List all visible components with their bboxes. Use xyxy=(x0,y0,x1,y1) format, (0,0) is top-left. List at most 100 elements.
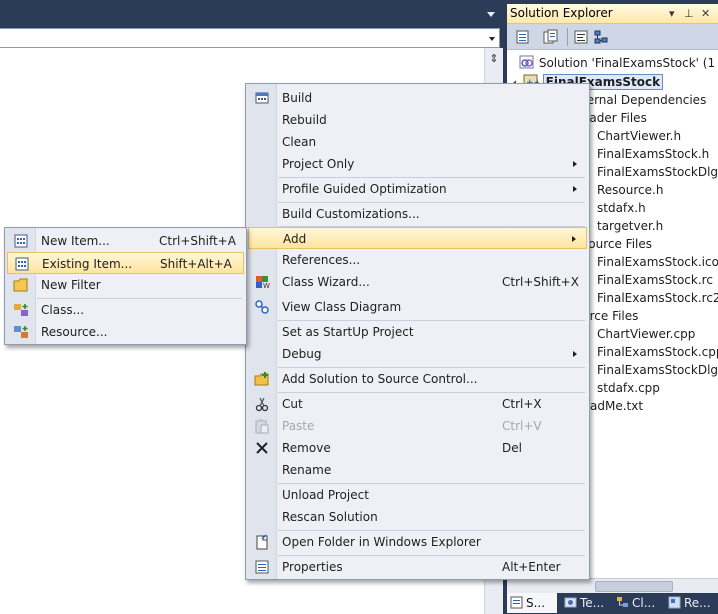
build-icon xyxy=(255,92,269,104)
menu-item-resource[interactable]: Resource... xyxy=(7,321,244,343)
menu-item-project-only[interactable]: Project Only xyxy=(248,153,587,175)
tab-solution-explorer[interactable]: S... xyxy=(507,593,557,613)
svg-text:W: W xyxy=(263,282,270,290)
menu-item-unload-project[interactable]: Unload Project xyxy=(248,484,587,506)
menu-item-references[interactable]: References... xyxy=(248,249,587,271)
menu-item-add[interactable]: Add xyxy=(248,227,587,249)
menu-item-properties[interactable]: Properties Alt+Enter xyxy=(248,556,587,578)
tab-list-dropdown-icon[interactable] xyxy=(487,12,495,17)
class-view-icon[interactable] xyxy=(593,29,609,45)
tree-item-label: FinalExamsStock.rc xyxy=(597,273,713,287)
team-explorer-icon xyxy=(564,597,577,608)
tree-item-resource-files[interactable]: source Files xyxy=(582,235,652,253)
tab-class-view[interactable]: Cl... xyxy=(613,593,663,613)
tree-item-file[interactable]: FinalExamsStock.cpp xyxy=(597,343,718,361)
tree-item-source-files[interactable]: urce Files xyxy=(582,307,638,325)
menu-item-label: Resource... xyxy=(41,325,108,339)
menu-item-debug[interactable]: Debug xyxy=(248,343,587,365)
window-position-dropdown-icon[interactable]: ▾ xyxy=(669,8,675,20)
menu-item-set-as-startup[interactable]: Set as StartUp Project xyxy=(248,321,587,343)
tree-item-external-dependencies[interactable]: ternal Dependencies xyxy=(582,91,706,109)
menu-item-clean[interactable]: Clean xyxy=(248,131,587,153)
remove-icon xyxy=(256,442,268,454)
open-folder-icon xyxy=(256,534,268,550)
tree-item-label: ternal Dependencies xyxy=(582,93,707,107)
tree-item-file[interactable]: targetver.h xyxy=(597,217,663,235)
view-code-icon[interactable] xyxy=(573,29,589,45)
tree-item-file[interactable]: FinalExamsStockDlg.c xyxy=(597,361,718,379)
menu-item-new-item[interactable]: New Item... Ctrl+Shift+A xyxy=(7,230,244,252)
menu-item-build-customizations[interactable]: Build Customizations... xyxy=(248,203,587,225)
tree-item-label: Resource.h xyxy=(597,183,664,197)
navigation-dropdown[interactable] xyxy=(0,28,500,48)
properties-icon xyxy=(255,560,269,574)
menu-item-paste[interactable]: Paste Ctrl+V xyxy=(248,415,587,437)
tree-item-header-files[interactable]: eader Files xyxy=(582,109,647,127)
tab-label: Cl... xyxy=(632,596,656,610)
tree-item-label: ChartViewer.cpp xyxy=(597,327,696,341)
menu-item-rescan-solution[interactable]: Rescan Solution xyxy=(248,506,587,528)
menu-item-class-wizard[interactable]: W Class Wizard... Ctrl+Shift+X xyxy=(248,271,587,293)
menu-item-class[interactable]: Class... xyxy=(7,299,244,321)
tab-label: Te... xyxy=(580,596,605,610)
submenu-arrow-icon xyxy=(573,161,577,167)
menu-item-label: Build xyxy=(282,91,313,105)
menu-item-label: Project Only xyxy=(282,157,355,171)
tree-item-file[interactable]: FinalExamsStock.ico xyxy=(597,253,718,271)
tree-item-label: Solution 'FinalExamsStock' (1 pr xyxy=(538,56,718,70)
menu-item-shortcut: Ctrl+Shift+X xyxy=(502,275,579,289)
chevron-down-icon[interactable] xyxy=(489,37,495,41)
submenu-arrow-icon xyxy=(573,351,577,357)
new-item-icon xyxy=(14,234,28,248)
tab-label: S... xyxy=(526,596,546,610)
menu-item-add-to-source-control[interactable]: Add Solution to Source Control... xyxy=(248,368,587,390)
menu-item-label: Rescan Solution xyxy=(282,510,378,524)
tree-item-file[interactable]: FinalExamsStock.h xyxy=(597,145,709,163)
menu-item-label: Class Wizard... xyxy=(282,275,370,289)
tree-item-label: stdafx.cpp xyxy=(597,381,660,395)
menu-item-shortcut: Alt+Enter xyxy=(502,560,561,574)
menu-item-profile-guided-optimization[interactable]: Profile Guided Optimization xyxy=(248,178,587,200)
menu-item-existing-item[interactable]: Existing Item... Shift+Alt+A xyxy=(7,252,244,274)
menu-item-rename[interactable]: Rename xyxy=(248,459,587,481)
tree-item-file[interactable]: stdafx.h xyxy=(597,199,646,217)
tree-item-file[interactable]: FinalExamsStockDlg.h xyxy=(597,163,718,181)
tree-item-file[interactable]: ChartViewer.cpp xyxy=(597,325,695,343)
tree-item-file[interactable]: Resource.h xyxy=(597,181,663,199)
close-icon[interactable]: ✕ xyxy=(701,8,710,20)
class-icon xyxy=(14,304,28,316)
tree-item-solution[interactable]: Solution 'FinalExamsStock' (1 pr xyxy=(519,54,718,72)
tree-item-label: urce Files xyxy=(582,309,639,323)
pin-icon[interactable]: ⊥ xyxy=(684,8,694,20)
submenu-arrow-icon xyxy=(573,186,577,192)
show-all-files-icon[interactable] xyxy=(543,29,559,45)
tree-item-label: eader Files xyxy=(582,111,647,125)
menu-item-new-filter[interactable]: New Filter xyxy=(7,274,244,296)
submenu-arrow-icon xyxy=(572,236,576,242)
menu-item-open-folder[interactable]: Open Folder in Windows Explorer xyxy=(248,531,587,553)
tree-item-file[interactable]: adMe.txt xyxy=(590,397,643,415)
tab-resource-view[interactable]: Re... xyxy=(665,593,718,613)
menu-item-cut[interactable]: Cut Ctrl+X xyxy=(248,393,587,415)
split-handle-icon[interactable]: ⇕ xyxy=(488,51,500,67)
menu-item-label: Rebuild xyxy=(282,113,327,127)
tab-label: Re... xyxy=(684,596,711,610)
menu-item-label: Unload Project xyxy=(282,488,369,502)
properties-toolbar-icon[interactable] xyxy=(515,29,531,45)
scrollbar-thumb[interactable] xyxy=(595,581,673,592)
solution-explorer-horizontal-scrollbar[interactable] xyxy=(507,578,718,593)
menu-item-label: Cut xyxy=(282,397,303,411)
menu-item-rebuild[interactable]: Rebuild xyxy=(248,109,587,131)
panel-title: Solution Explorer xyxy=(510,6,613,20)
tree-item-file[interactable]: FinalExamsStock.rc2 xyxy=(597,289,718,307)
tree-item-file[interactable]: ChartViewer.h xyxy=(597,127,681,145)
menu-item-label: Debug xyxy=(282,347,322,361)
menu-item-build[interactable]: Build xyxy=(248,87,587,109)
menu-item-remove[interactable]: Remove Del xyxy=(248,437,587,459)
tree-item-file[interactable]: stdafx.cpp xyxy=(597,379,660,397)
menu-item-label: References... xyxy=(282,253,361,267)
tree-item-file[interactable]: FinalExamsStock.rc xyxy=(597,271,713,289)
menu-item-view-class-diagram[interactable]: View Class Diagram xyxy=(248,296,587,318)
tab-team-explorer[interactable]: Te... xyxy=(561,593,611,613)
tree-item-label: FinalExamsStockDlg.h xyxy=(597,165,718,179)
